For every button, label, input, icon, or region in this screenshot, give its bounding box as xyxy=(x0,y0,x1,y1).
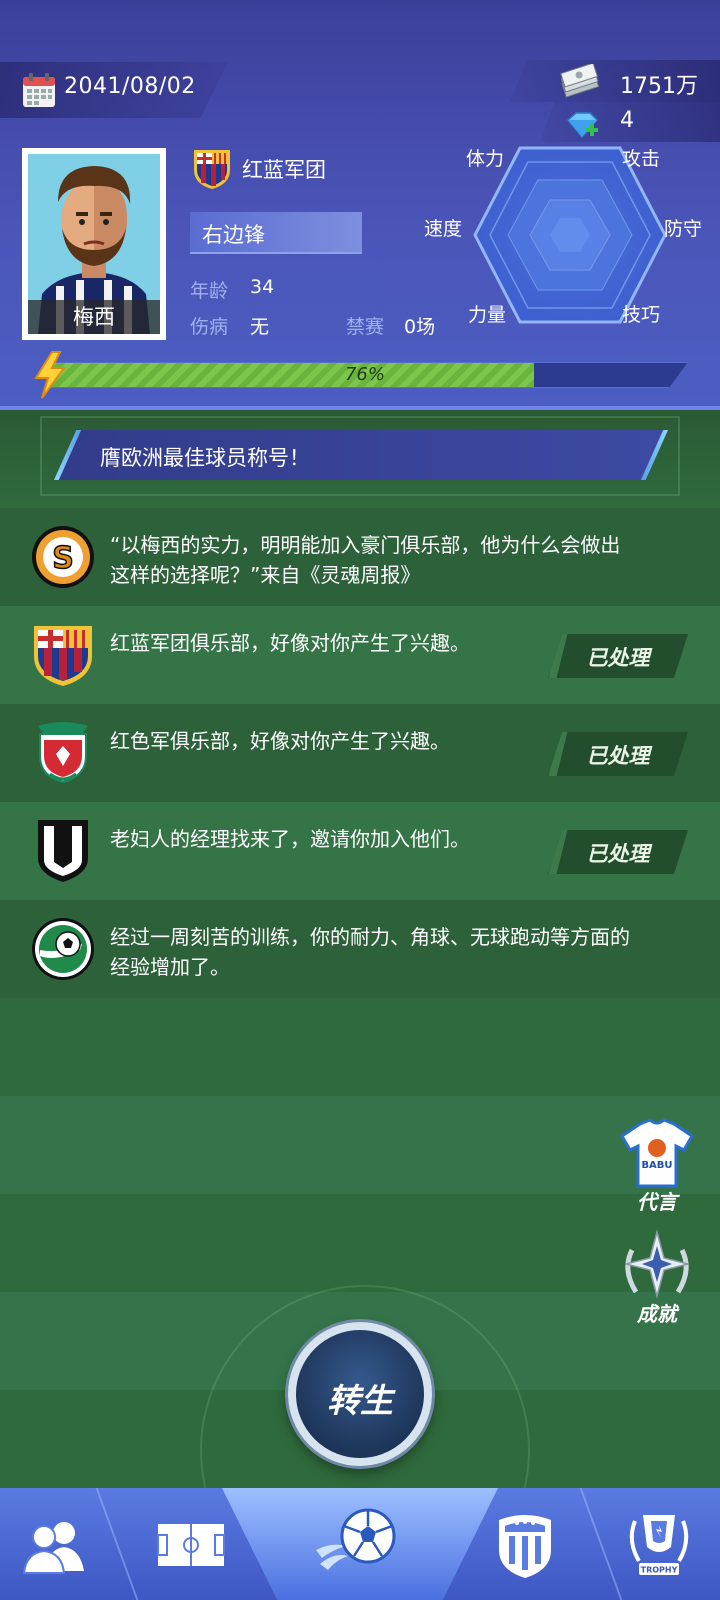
news-text: 红色军俱乐部，好像对你产生了兴趣。 xyxy=(110,729,450,753)
ban-label: 禁赛 xyxy=(346,316,385,338)
red-army-club-badge-icon xyxy=(38,722,88,784)
energy-percent: 76% xyxy=(344,364,385,385)
field-stripe xyxy=(0,998,720,1096)
news-text: 老妇人的经理找来了，邀请你加入他们。 xyxy=(110,827,470,851)
processed-button[interactable]: 已处理 xyxy=(548,634,688,678)
stat-skill: 技巧 xyxy=(622,304,661,326)
endorse-label: 代言 xyxy=(637,1190,677,1214)
achievement-button[interactable]: 成就 xyxy=(612,1229,702,1327)
game-date: 2041/08/02 xyxy=(64,74,196,99)
nav-pitch-button[interactable] xyxy=(146,1500,236,1590)
processed-label: 已处理 xyxy=(586,744,650,768)
stat-defense: 防守 xyxy=(664,218,703,240)
rebirth-button[interactable]: 转生 xyxy=(288,1322,432,1466)
nav-club-button[interactable] xyxy=(480,1500,570,1590)
news-item: S “以梅西的实力，明明能加入豪门俱乐部，他为什么会做出这样的选择呢？”来自《灵… xyxy=(0,508,720,606)
nav-trophy-button[interactable]: TROPHY xyxy=(614,1500,704,1590)
news-item: 红色军俱乐部，好像对你产生了兴趣。 已处理 xyxy=(0,704,720,802)
stat-strength: 力量 xyxy=(468,304,507,326)
age-value: 34 xyxy=(250,276,275,298)
calendar-icon xyxy=(23,73,55,107)
news-item: 经过一周刻苦的训练，你的耐力、角球、无球跑动等方面的经验增加了。 xyxy=(0,900,720,998)
nav-team-button[interactable] xyxy=(10,1500,100,1590)
gem-amount: 4 xyxy=(620,108,634,133)
stat-stamina: 体力 xyxy=(466,148,505,170)
achievement-label: 成就 xyxy=(637,1302,677,1326)
processed-label: 已处理 xyxy=(586,842,650,866)
processed-label: 已处理 xyxy=(586,646,650,670)
ban-value: 0场 xyxy=(404,316,436,338)
soul-weekly-logo-icon: S xyxy=(32,526,94,588)
diamond-icon[interactable] xyxy=(564,110,600,140)
stat-attack: 攻击 xyxy=(622,148,661,170)
club-shield-icon xyxy=(499,1515,551,1578)
position-tag: 右边锋 xyxy=(190,212,362,254)
nav-match-button[interactable] xyxy=(314,1494,404,1584)
jersey-brand: BABU xyxy=(641,1160,672,1171)
club-name: 红蓝军团 xyxy=(242,158,326,182)
banner-text: 膺欧洲最佳球员称号！ xyxy=(100,446,310,470)
old-lady-club-badge-icon xyxy=(38,820,88,882)
endorse-button[interactable]: BABU 代言 xyxy=(612,1118,702,1215)
injury-value: 无 xyxy=(250,316,270,338)
processed-button[interactable]: 已处理 xyxy=(548,732,688,776)
news-text: “以梅西的实力，明明能加入豪门俱乐部，他为什么会做出这样的选择呢？”来自《灵魂周… xyxy=(110,533,621,587)
news-item: 红蓝军团俱乐部，好像对你产生了兴趣。 已处理 xyxy=(0,606,720,704)
trophy-label: TROPHY xyxy=(641,1566,678,1575)
team-icon xyxy=(22,1522,84,1574)
news-item: 老妇人的经理找来了，邀请你加入他们。 已处理 xyxy=(0,802,720,900)
training-ball-icon xyxy=(32,918,94,980)
age-label: 年龄 xyxy=(190,280,229,302)
club-badge-icon xyxy=(194,150,230,189)
rebirth-label: 转生 xyxy=(327,1381,393,1420)
pitch-icon xyxy=(157,1524,225,1566)
player-name: 梅西 xyxy=(28,300,160,334)
position-label: 右边锋 xyxy=(202,223,265,247)
news-text: 红蓝军团俱乐部，好像对你产生了兴趣。 xyxy=(110,631,470,655)
jersey-icon: BABU xyxy=(620,1118,694,1188)
player-portrait[interactable]: 梅西 xyxy=(22,148,166,340)
injury-label: 伤病 xyxy=(190,316,229,338)
trophy-icon: TROPHY xyxy=(629,1515,689,1575)
news-text: 经过一周刻苦的训练，你的耐力、角球、无球跑动等方面的经验增加了。 xyxy=(110,925,630,979)
processed-button[interactable]: 已处理 xyxy=(548,830,688,874)
money-amount: 1751万 xyxy=(620,74,698,99)
achievement-icon xyxy=(625,1229,689,1299)
stat-speed: 速度 xyxy=(424,218,463,240)
cash-icon[interactable] xyxy=(558,64,602,98)
svg-text:S: S xyxy=(52,541,74,576)
red-blue-club-badge-icon xyxy=(34,626,92,686)
match-ball-icon xyxy=(316,1508,396,1570)
